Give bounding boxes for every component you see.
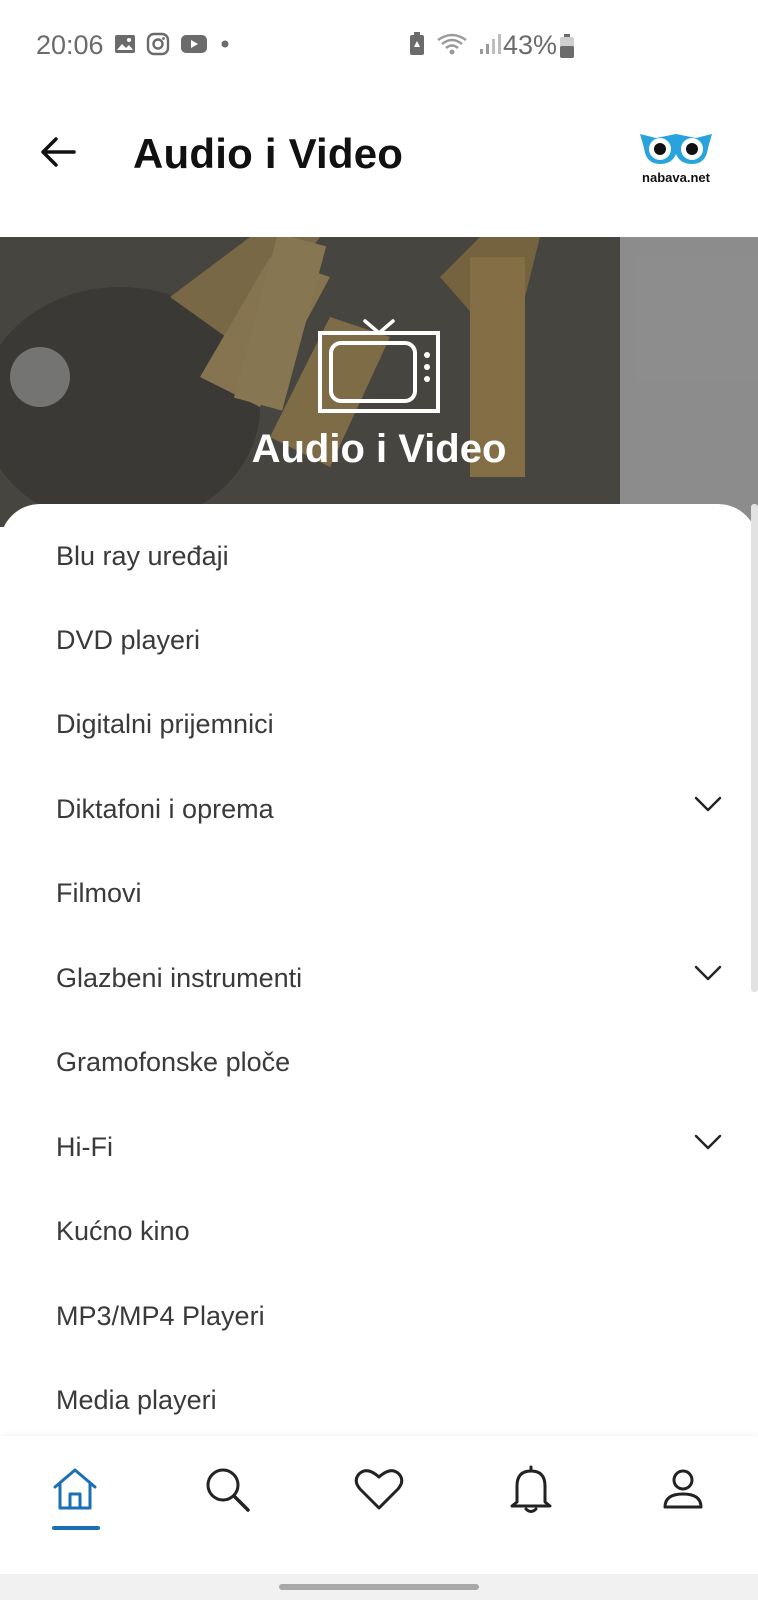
battery-icon	[560, 34, 574, 63]
category-label: Hi-Fi	[56, 1131, 113, 1162]
hero-title: Audio i Video	[251, 427, 507, 471]
chevron-down-icon[interactable]	[694, 964, 722, 987]
category-item-hi-fi[interactable]: Hi-Fi	[0, 1105, 758, 1189]
bell-icon	[509, 1464, 553, 1519]
category-label: DVD playeri	[56, 624, 201, 655]
category-label: Glazbeni instrumenti	[56, 962, 303, 993]
search-icon	[203, 1465, 251, 1518]
dot-icon	[218, 37, 232, 56]
scrollbar[interactable]	[751, 504, 758, 992]
nav-favorites[interactable]	[344, 1456, 414, 1526]
nav-profile[interactable]	[648, 1456, 718, 1526]
chevron-down-icon[interactable]	[694, 1133, 722, 1156]
tv-icon	[317, 317, 441, 420]
nabava-logo[interactable]: nabava.net	[636, 130, 716, 190]
gallery-icon	[114, 33, 136, 60]
category-label: Kućno kino	[56, 1215, 190, 1246]
chevron-down-icon[interactable]	[694, 795, 722, 818]
category-item-blu-ray[interactable]: Blu ray uređaji	[0, 514, 758, 598]
owl-logo-icon	[640, 134, 712, 164]
system-gesture-area	[0, 1574, 758, 1600]
category-label: Media playeri	[56, 1384, 217, 1415]
back-button[interactable]	[34, 130, 82, 178]
nav-notifications[interactable]	[496, 1456, 566, 1526]
home-gesture-bar[interactable]	[279, 1584, 479, 1590]
category-hero-banner: Audio i Video	[0, 237, 758, 527]
category-label: Gramofonske ploče	[56, 1046, 291, 1077]
active-tab-indicator	[52, 1526, 100, 1530]
bottom-navigation	[0, 1436, 758, 1574]
nav-search[interactable]	[192, 1456, 262, 1526]
signal-icon	[478, 32, 502, 61]
category-label: Diktafoni i oprema	[56, 793, 274, 824]
battery-percent: 43%	[503, 30, 558, 60]
heart-icon	[354, 1467, 404, 1516]
wifi-icon	[436, 32, 468, 61]
status-time: 20:06	[36, 30, 104, 60]
instagram-icon	[146, 32, 170, 61]
category-list: Blu ray uređaji DVD playeri Digitalni pr…	[0, 504, 758, 1436]
app-header: Audio i Video nabava.net	[0, 92, 758, 237]
category-item-vinyl-records[interactable]: Gramofonske ploče	[0, 1020, 758, 1104]
category-label: MP3/MP4 Playeri	[56, 1300, 265, 1331]
profile-icon	[662, 1468, 704, 1515]
category-label: Digitalni prijemnici	[56, 708, 274, 739]
home-icon	[52, 1467, 98, 1516]
battery-saver-icon	[408, 32, 426, 61]
arrow-left-icon	[40, 136, 76, 173]
logo-text: nabava.net	[642, 170, 710, 185]
page-title: Audio i Video	[133, 130, 404, 177]
category-item-media-players[interactable]: Media playeri	[0, 1358, 758, 1436]
category-item-musical-instruments[interactable]: Glazbeni instrumenti	[0, 936, 758, 1020]
youtube-icon	[180, 33, 208, 60]
status-bar: 20:06 43%	[0, 0, 758, 92]
category-label: Blu ray uređaji	[56, 540, 229, 571]
category-item-dvd-players[interactable]: DVD playeri	[0, 598, 758, 682]
category-item-dictaphones[interactable]: Diktafoni i oprema	[0, 767, 758, 851]
category-item-digital-receivers[interactable]: Digitalni prijemnici	[0, 682, 758, 766]
nav-home[interactable]	[40, 1456, 110, 1526]
category-item-home-cinema[interactable]: Kućno kino	[0, 1189, 758, 1273]
category-item-mp3-mp4-players[interactable]: MP3/MP4 Playeri	[0, 1274, 758, 1358]
category-label: Filmovi	[56, 877, 142, 908]
notification-icons	[114, 32, 232, 61]
category-item-movies[interactable]: Filmovi	[0, 851, 758, 935]
system-icons	[408, 32, 502, 61]
